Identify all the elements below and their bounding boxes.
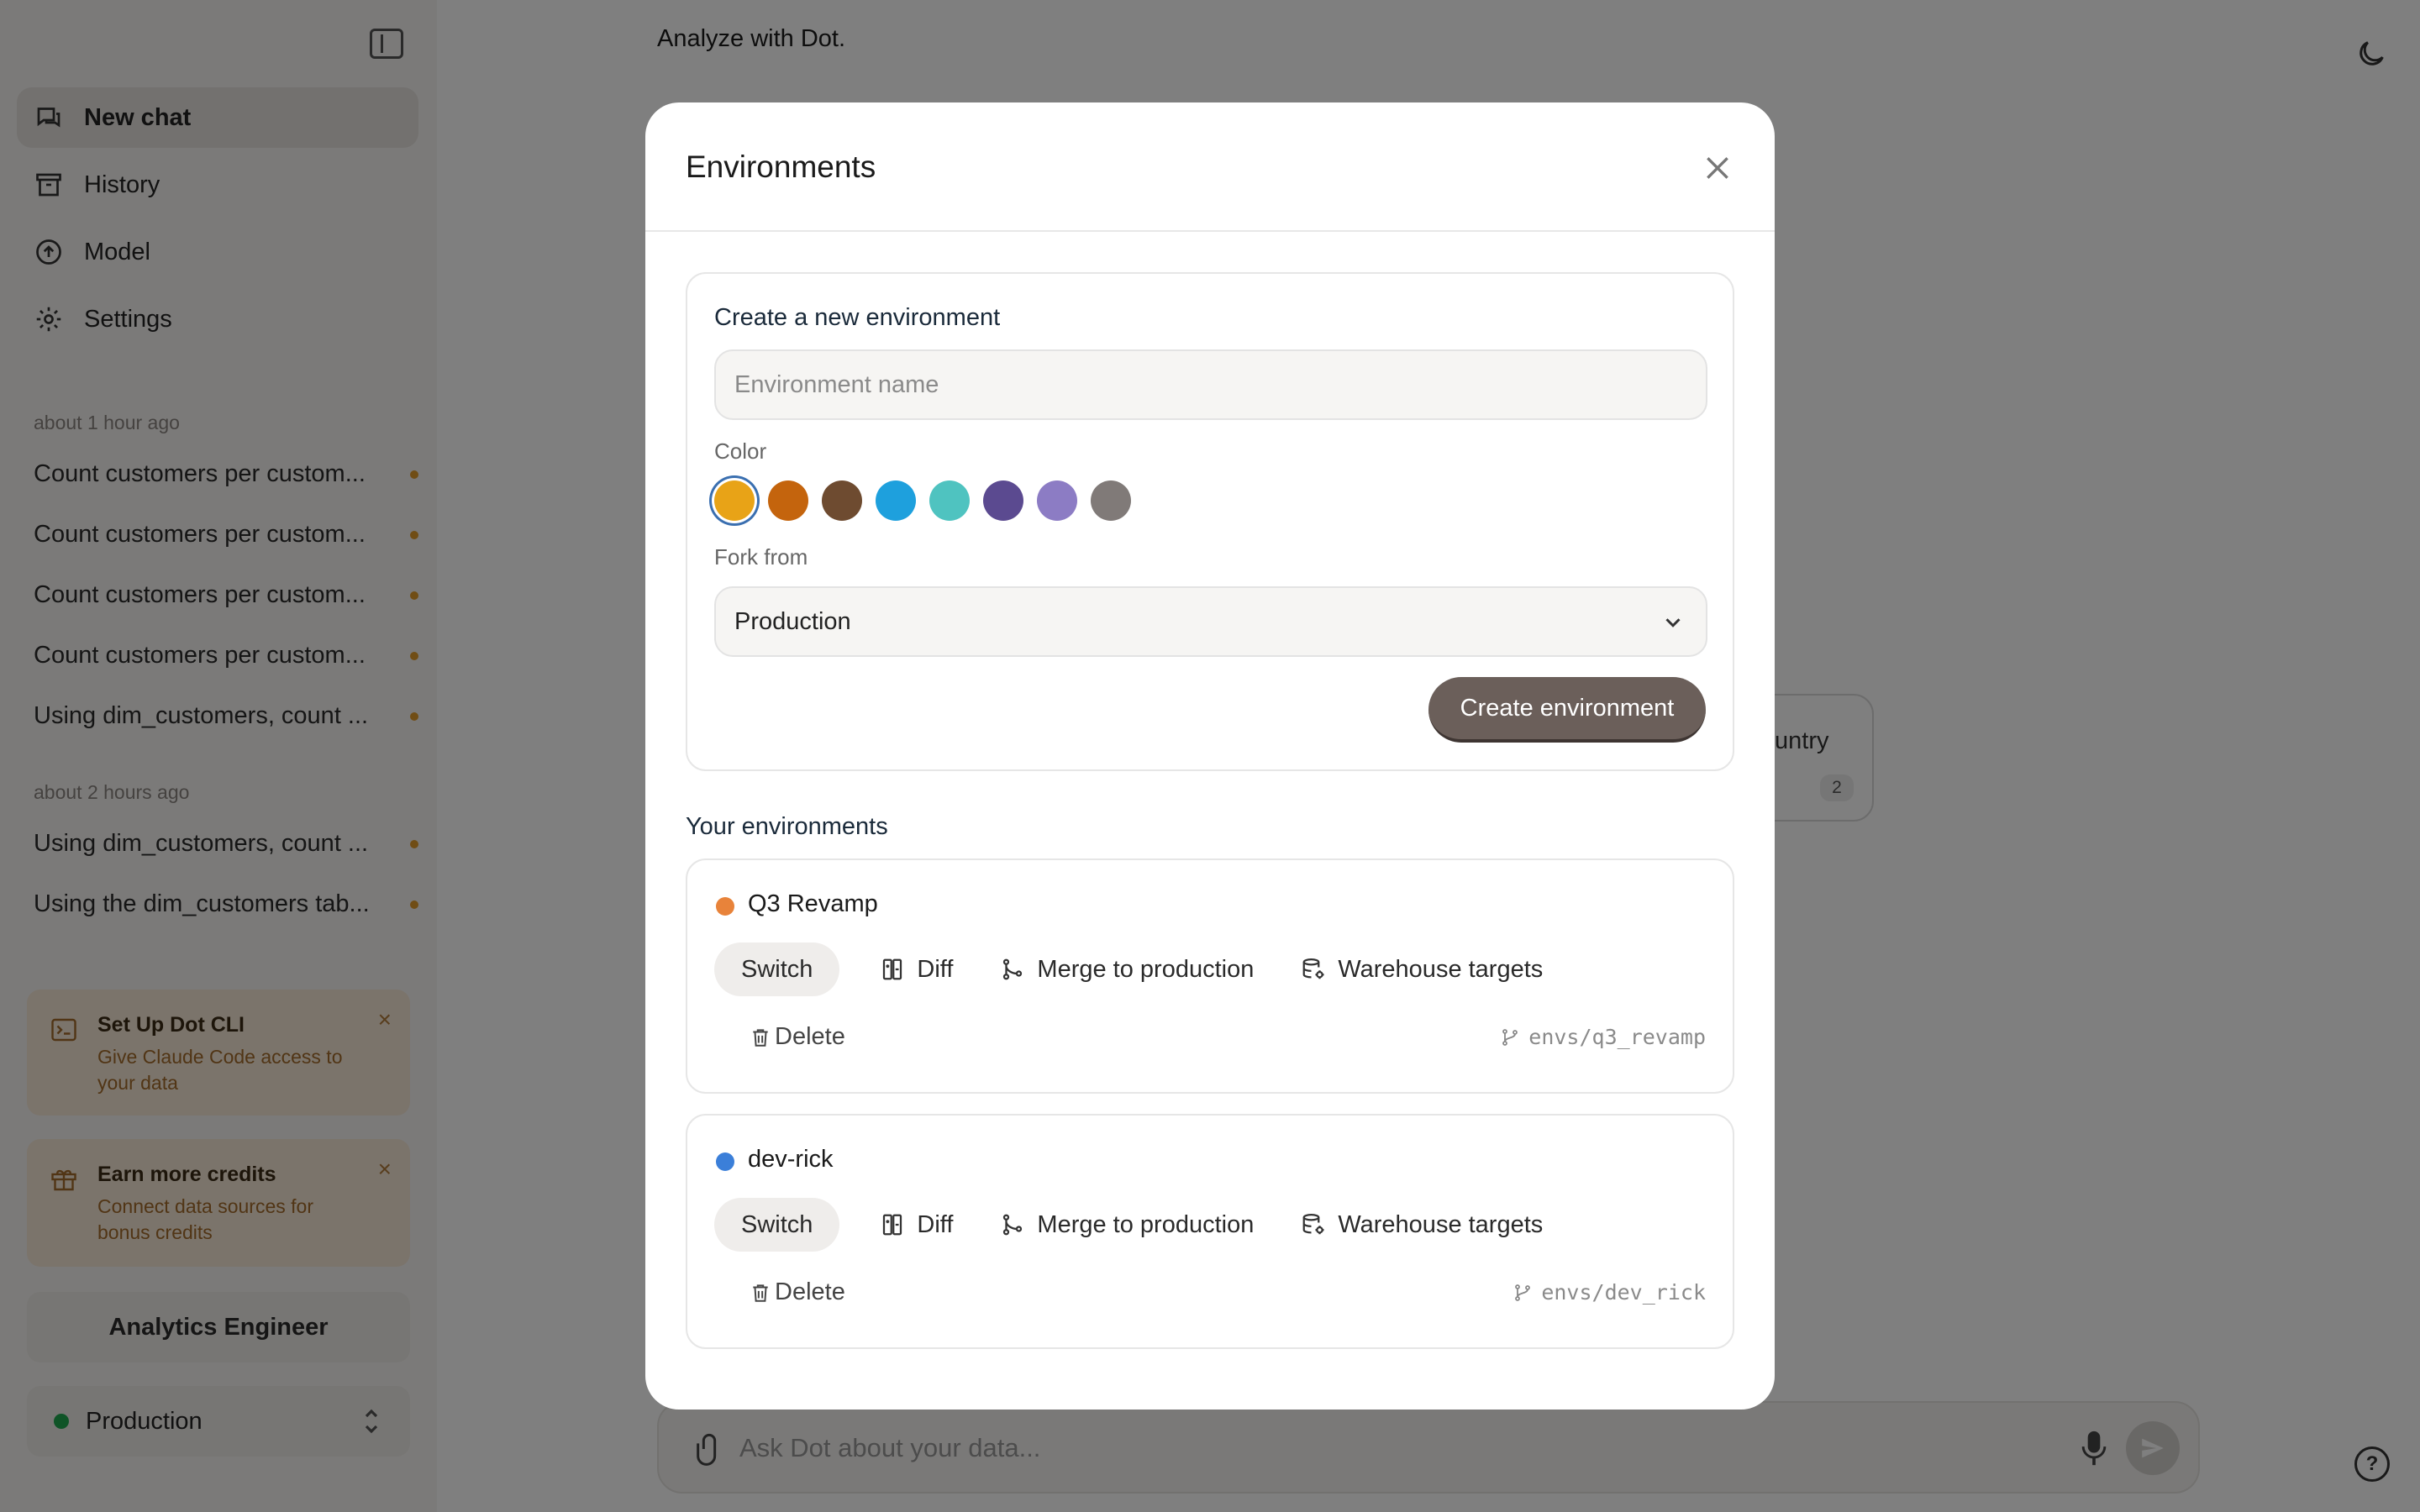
merge-button[interactable]: Merge to production (1000, 1198, 1254, 1252)
trash-icon (753, 1028, 768, 1047)
warehouse-targets-button[interactable]: Warehouse targets (1301, 1198, 1543, 1252)
color-swatch-6[interactable] (983, 480, 1023, 521)
create-environment-card: Create a new environment Color Fork from… (686, 272, 1734, 771)
color-swatch-7[interactable] (1037, 480, 1077, 521)
branch-name: envs/dev_rick (1512, 1280, 1706, 1305)
color-swatch-3[interactable] (822, 480, 862, 521)
divider (645, 230, 1775, 232)
color-swatches (714, 480, 1144, 521)
git-branch-icon (1502, 1028, 1518, 1046)
environment-name: Q3 Revamp (748, 890, 878, 917)
warehouse-targets-label: Warehouse targets (1338, 955, 1544, 983)
color-label: Color (714, 438, 767, 464)
delete-label: Delete (775, 1023, 845, 1050)
environment-color-dot (716, 1152, 734, 1171)
fork-from-value: Production (734, 607, 851, 635)
branch-label: envs/q3_revamp (1528, 1025, 1706, 1049)
diff-icon (883, 1214, 902, 1236)
environment-card: Q3 Revamp Switch Diff Merge to productio… (686, 858, 1734, 1094)
modal-title: Environments (686, 150, 876, 184)
environment-name-input[interactable] (714, 349, 1707, 420)
database-gear-icon (1302, 958, 1324, 979)
close-icon[interactable] (1701, 151, 1734, 185)
git-merge-icon (1003, 1214, 1023, 1236)
diff-label: Diff (917, 1210, 954, 1238)
color-swatch-5[interactable] (929, 480, 970, 521)
environment-card: dev-rick Switch Diff Merge to production… (686, 1114, 1734, 1349)
create-heading: Create a new environment (714, 304, 1001, 331)
database-gear-icon (1302, 1214, 1324, 1235)
color-swatch-1[interactable] (714, 480, 755, 521)
git-branch-icon (1515, 1284, 1531, 1301)
environments-modal: Environments Create a new environment Co… (645, 102, 1775, 1410)
branch-label: envs/dev_rick (1541, 1280, 1706, 1305)
chevron-down-icon (1665, 618, 1681, 627)
switch-button[interactable]: Switch (714, 942, 840, 996)
warehouse-targets-button[interactable]: Warehouse targets (1301, 942, 1543, 996)
warehouse-targets-label: Warehouse targets (1338, 1210, 1544, 1238)
merge-label: Merge to production (1037, 955, 1255, 983)
branch-name: envs/q3_revamp (1500, 1025, 1706, 1049)
environment-name: dev-rick (748, 1146, 834, 1173)
fork-from-select[interactable]: Production (714, 586, 1707, 657)
delete-button[interactable]: Delete (750, 1278, 845, 1306)
trash-icon (753, 1284, 768, 1302)
environment-color-dot (716, 897, 734, 916)
git-merge-icon (1003, 958, 1023, 980)
switch-button[interactable]: Switch (714, 1198, 840, 1252)
delete-button[interactable]: Delete (750, 1023, 845, 1051)
color-swatch-4[interactable] (876, 480, 916, 521)
diff-button[interactable]: Diff (880, 942, 953, 996)
environment-actions: Switch Diff Merge to production Warehous… (714, 1198, 1590, 1252)
merge-label: Merge to production (1037, 1210, 1255, 1238)
diff-label: Diff (917, 955, 954, 983)
delete-label: Delete (775, 1278, 845, 1305)
color-swatch-2[interactable] (768, 480, 808, 521)
environment-actions: Switch Diff Merge to production Warehous… (714, 942, 1590, 996)
fork-label: Fork from (714, 544, 808, 570)
environments-list-heading: Your environments (686, 813, 888, 840)
diff-button[interactable]: Diff (880, 1198, 953, 1252)
create-environment-button[interactable]: Create environment (1428, 677, 1706, 743)
diff-icon (883, 958, 902, 980)
color-swatch-8[interactable] (1091, 480, 1131, 521)
merge-button[interactable]: Merge to production (1000, 942, 1254, 996)
